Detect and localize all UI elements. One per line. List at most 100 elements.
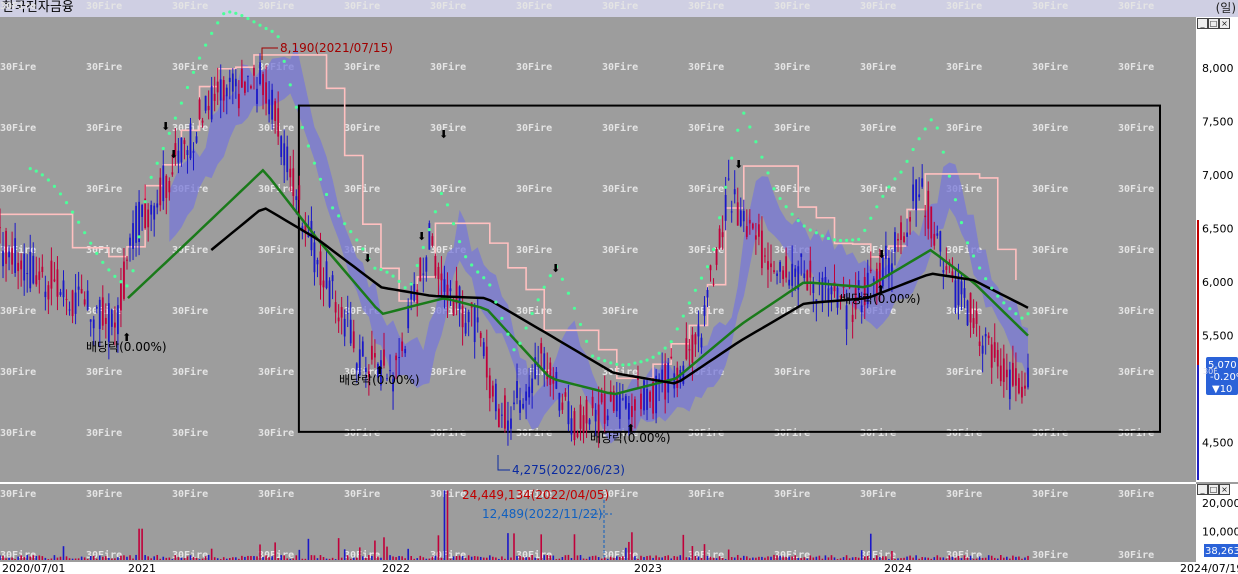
volume-bar xyxy=(525,557,527,560)
candle-body xyxy=(132,223,134,249)
volume-bar xyxy=(11,557,13,560)
volume-bar xyxy=(195,558,198,560)
volume-bar xyxy=(782,556,784,560)
volume-bar xyxy=(374,540,376,560)
volume-bar xyxy=(117,557,119,560)
watermark-text: 30Fire xyxy=(1032,549,1068,561)
candle-body xyxy=(295,196,298,201)
volume-bar xyxy=(528,557,530,560)
volume-bar xyxy=(489,555,491,560)
watermark-text: 30Fire xyxy=(1118,0,1154,12)
volume-bar xyxy=(135,554,137,560)
volume-bar xyxy=(410,555,412,560)
volume-bar xyxy=(688,557,691,560)
parabolic-dot xyxy=(343,222,347,226)
volume-bar xyxy=(23,557,25,560)
candle-body xyxy=(101,297,104,326)
candle-body xyxy=(195,136,198,143)
candle-body xyxy=(978,341,981,347)
candle-body xyxy=(237,93,240,109)
candle-body xyxy=(510,418,512,429)
candle-body xyxy=(745,226,748,237)
candle-body xyxy=(767,261,769,270)
watermark-text: 30Fire xyxy=(602,61,638,73)
candle-body xyxy=(776,273,778,276)
candle-body xyxy=(265,82,267,104)
volume-bar xyxy=(975,558,978,560)
candle-body xyxy=(168,180,171,193)
candle-body xyxy=(289,168,292,178)
volume-bar xyxy=(440,557,443,560)
candle-body xyxy=(0,227,1,229)
volume-bar xyxy=(461,556,464,560)
volume-bar xyxy=(531,554,533,560)
stock-chart[interactable]: 30Fire 30Fire 30Fire 30Fire 30Fire 30Fire 30Fi… xyxy=(0,0,1238,574)
candle-body xyxy=(234,78,237,87)
volume-bar xyxy=(114,558,116,560)
candle-body xyxy=(773,270,775,273)
candle-body xyxy=(467,311,470,323)
candle-body xyxy=(1002,358,1005,382)
parabolic-dot xyxy=(693,288,698,292)
volume-bar xyxy=(198,559,201,560)
volume-bar xyxy=(540,534,543,560)
volume-bar xyxy=(8,557,10,560)
candle-body xyxy=(129,237,131,246)
candle-body xyxy=(65,298,68,300)
watermark-text: 30Fire xyxy=(602,0,638,12)
parabolic-dot xyxy=(857,237,861,241)
candle-body xyxy=(975,310,978,324)
parabolic-dot xyxy=(270,29,274,33)
parabolic-dot xyxy=(445,203,450,207)
candle-body xyxy=(240,68,243,88)
watermark-text: 30Fire xyxy=(430,183,466,195)
watermark-text: 30Fire xyxy=(0,61,36,73)
volume-bar xyxy=(437,535,440,560)
candle-body xyxy=(17,262,20,272)
candle-body xyxy=(739,210,742,226)
volume-bar xyxy=(715,558,718,560)
candle-body xyxy=(74,292,77,314)
volume-bar xyxy=(746,556,748,560)
watermark-text: 30Fire xyxy=(86,183,122,195)
volume-bar xyxy=(77,558,80,560)
candle-body xyxy=(984,334,987,337)
volume-bar xyxy=(201,558,204,560)
volume-bar xyxy=(924,557,926,560)
parabolic-dot xyxy=(832,238,837,242)
watermark-text: 30Fire xyxy=(1118,244,1154,256)
volume-bar xyxy=(909,555,911,560)
candle-body xyxy=(250,86,252,89)
volume-bar xyxy=(80,556,83,560)
volume-bar xyxy=(492,556,494,560)
volume-bar xyxy=(942,557,945,560)
candle-body xyxy=(476,317,479,323)
candle-body xyxy=(26,273,29,275)
watermark-text: 30Fire xyxy=(344,122,380,134)
candle-body xyxy=(29,251,32,289)
parabolic-dot xyxy=(40,173,44,177)
candle-body xyxy=(522,403,524,409)
volume-bar xyxy=(513,533,515,560)
candle-body xyxy=(742,210,745,222)
candle-body xyxy=(349,319,352,344)
volume-bar xyxy=(132,558,134,560)
watermark-text: 30Fire xyxy=(258,488,294,500)
candle-body xyxy=(113,322,116,328)
volume-bar xyxy=(86,559,89,560)
volume-bar xyxy=(857,557,860,560)
parabolic-dot xyxy=(887,185,891,189)
signal-arrow-icon: ⬇ xyxy=(161,120,170,133)
candle-body xyxy=(253,67,255,76)
volume-bar xyxy=(289,558,292,560)
watermark-text: 30Fire xyxy=(1032,366,1068,378)
candle-body xyxy=(981,345,984,354)
volume-bar xyxy=(948,555,951,560)
parabolic-dot xyxy=(107,268,111,272)
volume-bar xyxy=(156,554,159,560)
volume-bar xyxy=(567,554,570,560)
volume-bar xyxy=(534,557,536,560)
parabolic-dot xyxy=(621,363,625,367)
watermark-text: 30Fire xyxy=(1032,61,1068,73)
candle-body xyxy=(528,386,531,398)
